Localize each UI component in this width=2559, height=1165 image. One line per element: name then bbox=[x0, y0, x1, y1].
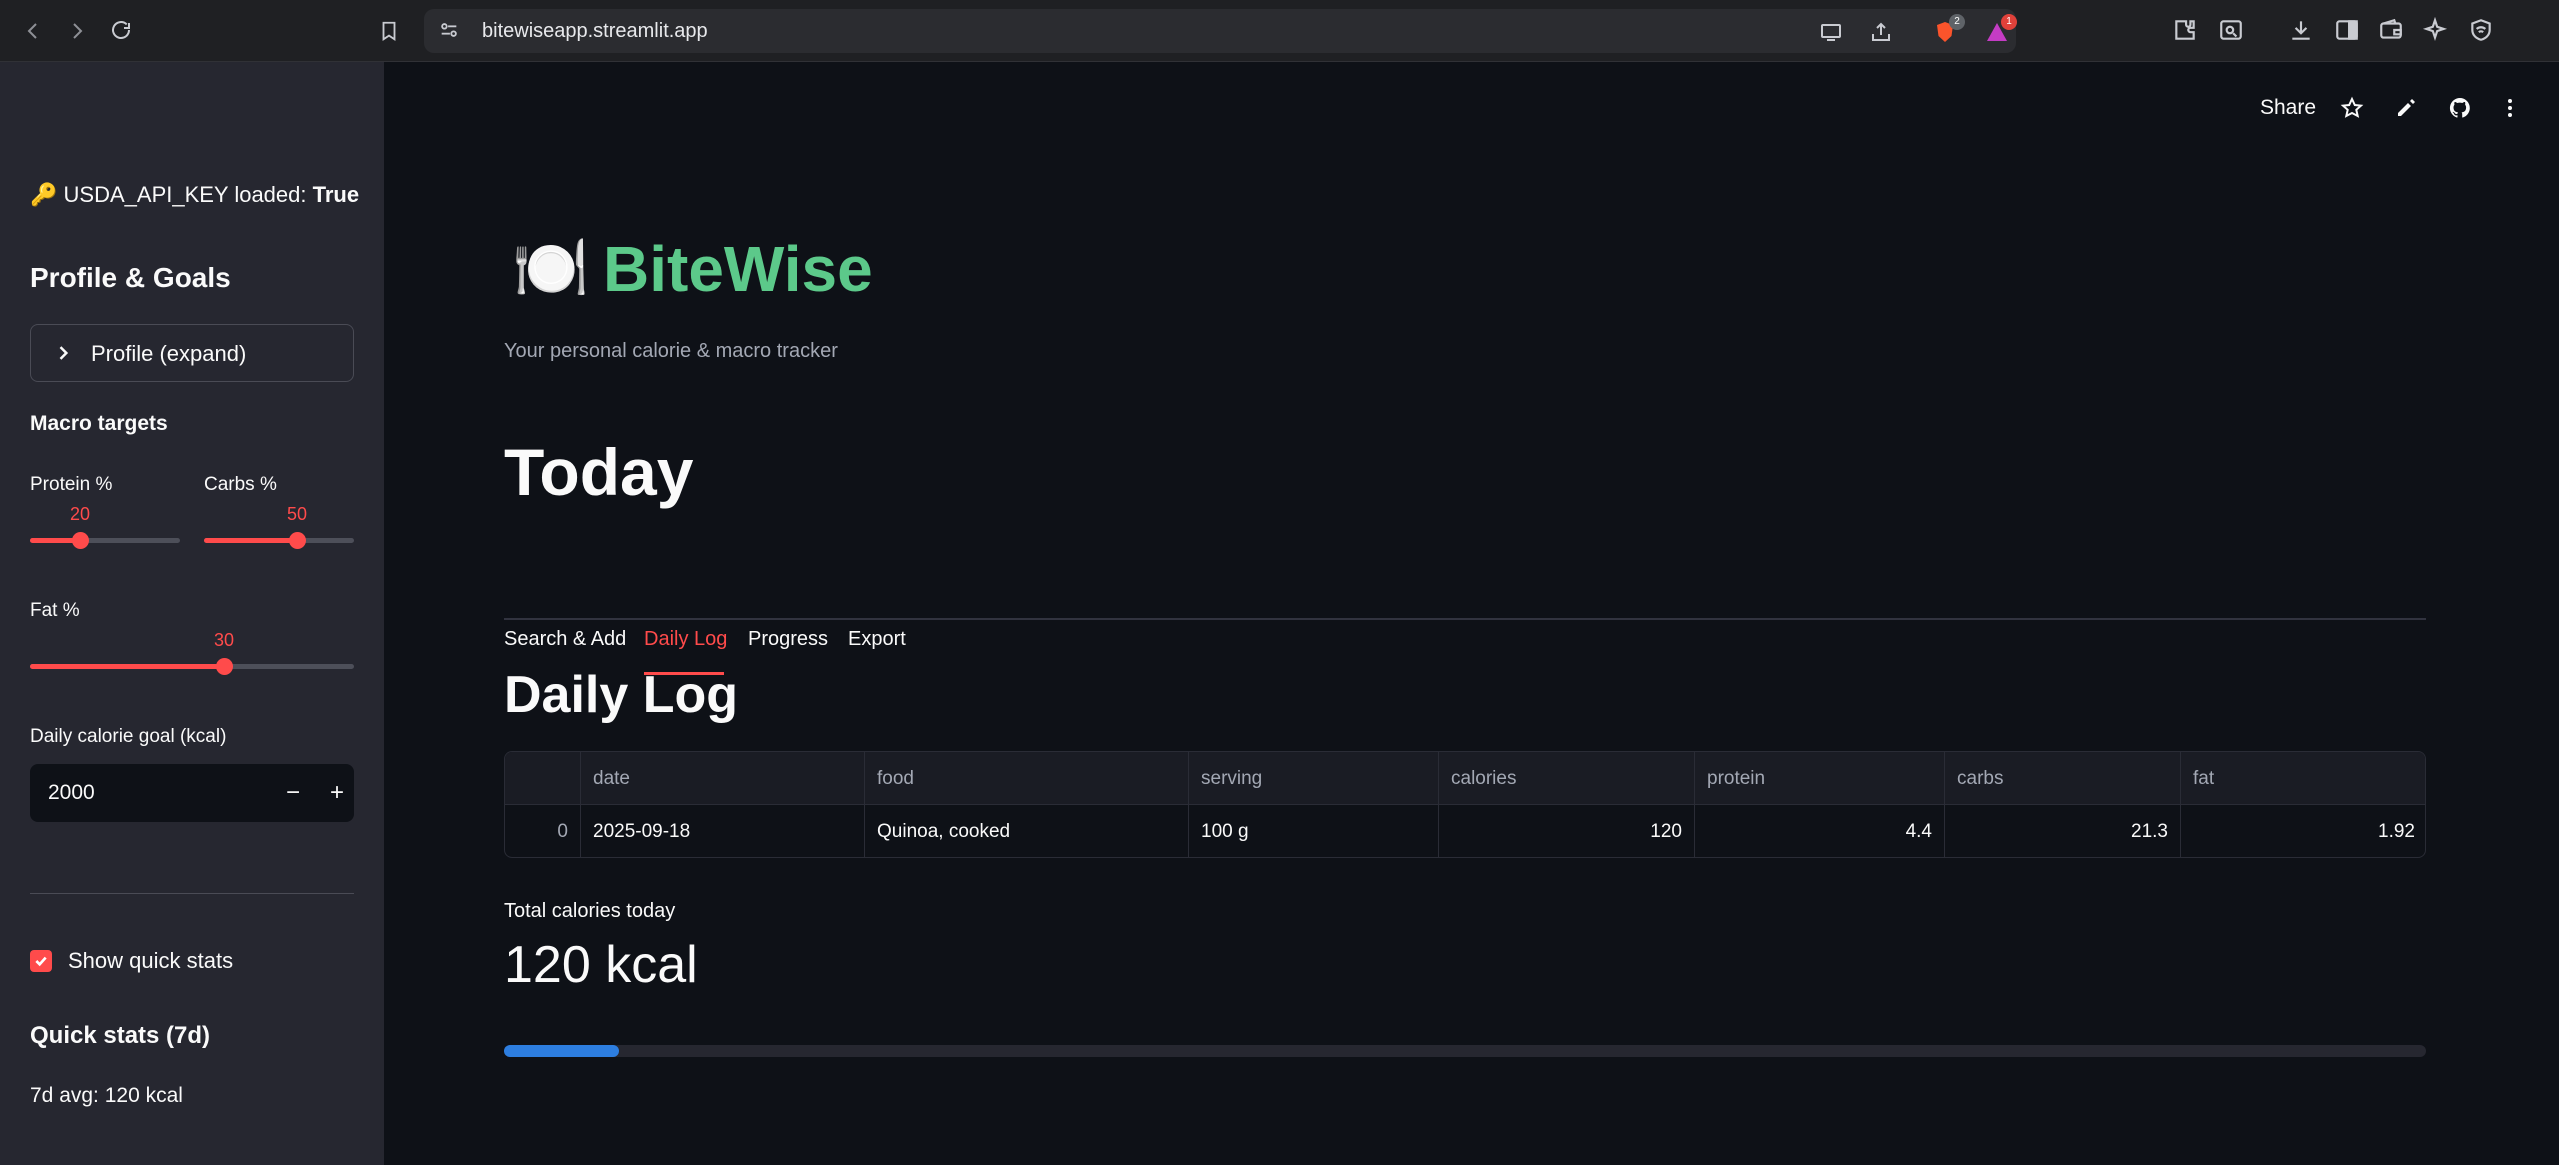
main-content: Share 🍽️ BiteWise Your personal calorie … bbox=[384, 62, 2559, 1165]
header-calories[interactable]: calories bbox=[1439, 752, 1695, 805]
reload-icon[interactable] bbox=[104, 14, 138, 48]
url-text[interactable]: bitewiseapp.streamlit.app bbox=[482, 20, 708, 43]
browser-toolbar: bitewiseapp.streamlit.app 2 1 bbox=[0, 0, 2559, 62]
carbs-slider[interactable] bbox=[204, 532, 354, 549]
header-date[interactable]: date bbox=[581, 752, 865, 805]
download-icon[interactable] bbox=[2286, 15, 2316, 45]
protein-label: Protein % bbox=[30, 474, 113, 495]
fat-slider-fill bbox=[30, 664, 224, 669]
page-title: Today bbox=[504, 435, 694, 509]
increment-button[interactable]: + bbox=[320, 776, 354, 810]
api-key-value: True bbox=[312, 182, 360, 207]
carbs-value: 50 bbox=[286, 504, 308, 524]
sidebar-toggle-icon[interactable] bbox=[2332, 15, 2362, 45]
back-icon[interactable] bbox=[16, 14, 50, 48]
quick-stats-avg: 7d avg: 120 kcal bbox=[30, 1084, 183, 1107]
table-header: date food serving calories protein carbs… bbox=[505, 752, 2425, 805]
forward-icon[interactable] bbox=[60, 14, 94, 48]
row-index: 0 bbox=[505, 805, 581, 857]
metric-value: 120 kcal bbox=[504, 936, 698, 994]
brave-shields-icon[interactable]: 2 bbox=[1932, 14, 1965, 45]
api-key-status: 🔑 USDA_API_KEY loaded: True bbox=[30, 182, 359, 208]
cell-fat[interactable]: 1.92 bbox=[2181, 805, 2425, 857]
api-key-label: USDA_API_KEY loaded: bbox=[63, 182, 313, 207]
profile-expander-label: Profile (expand) bbox=[91, 341, 247, 366]
table-row[interactable]: 0 2025-09-18 Quinoa, cooked 100 g 120 4.… bbox=[505, 805, 2425, 857]
share-button[interactable]: Share bbox=[2260, 96, 2316, 120]
header-index bbox=[505, 752, 581, 805]
more-menu-icon[interactable] bbox=[2496, 94, 2524, 122]
fat-slider[interactable] bbox=[30, 658, 354, 675]
vpn-icon[interactable] bbox=[2466, 15, 2496, 45]
calorie-goal-value[interactable]: 2000 bbox=[48, 781, 95, 805]
brave-rewards-icon[interactable]: 1 bbox=[1984, 14, 2017, 45]
tab-bar: Search & Add Daily Log Progress Export bbox=[504, 556, 2426, 675]
macro-heading: Macro targets bbox=[30, 412, 168, 435]
extensions-icon[interactable] bbox=[2170, 15, 2200, 45]
alert-badge: 1 bbox=[2001, 14, 2017, 30]
tab-progress[interactable]: Progress bbox=[748, 628, 828, 651]
share-page-icon[interactable] bbox=[1868, 19, 1894, 45]
protein-value: 20 bbox=[69, 504, 91, 524]
decrement-button[interactable]: − bbox=[276, 776, 310, 810]
cell-calories[interactable]: 120 bbox=[1439, 805, 1695, 857]
header-serving[interactable]: serving bbox=[1189, 752, 1439, 805]
profile-heading: Profile & Goals bbox=[30, 262, 231, 293]
checkmark-icon bbox=[35, 956, 47, 967]
cell-date[interactable]: 2025-09-18 bbox=[581, 805, 865, 857]
chevron-right-icon bbox=[59, 346, 69, 360]
protein-slider[interactable] bbox=[30, 532, 180, 549]
quick-stats-checkbox[interactable] bbox=[30, 950, 52, 972]
protein-slider-thumb[interactable] bbox=[72, 532, 89, 549]
cell-carbs[interactable]: 21.3 bbox=[1945, 805, 2181, 857]
calorie-progress-fill bbox=[504, 1045, 620, 1057]
fat-value: 30 bbox=[213, 630, 235, 650]
app-title: BiteWise bbox=[603, 233, 873, 305]
quick-stats-checkbox-label[interactable]: Show quick stats bbox=[68, 948, 233, 974]
calorie-goal-input[interactable]: 2000 − + bbox=[30, 764, 354, 822]
wallet-icon[interactable] bbox=[2376, 15, 2406, 45]
key-icon: 🔑 bbox=[30, 182, 58, 207]
quick-stats-heading: Quick stats (7d) bbox=[30, 1022, 211, 1049]
tab-export[interactable]: Export bbox=[848, 628, 906, 651]
leo-ai-icon[interactable] bbox=[2420, 15, 2450, 45]
profile-expander[interactable]: Profile (expand) bbox=[30, 324, 354, 382]
site-settings-icon[interactable] bbox=[438, 19, 462, 43]
edit-icon[interactable] bbox=[2392, 94, 2420, 122]
cell-food[interactable]: Quinoa, cooked bbox=[865, 805, 1189, 857]
app-subtitle: Your personal calorie & macro tracker bbox=[504, 340, 838, 362]
carbs-label: Carbs % bbox=[204, 474, 277, 495]
address-bar[interactable]: bitewiseapp.streamlit.app 2 1 bbox=[424, 9, 2017, 53]
fat-slider-thumb[interactable] bbox=[216, 658, 233, 675]
screenshot-search-icon[interactable] bbox=[2216, 15, 2246, 45]
section-title: Daily Log bbox=[504, 666, 739, 724]
sidebar: 🔑 USDA_API_KEY loaded: True Profile & Go… bbox=[0, 62, 384, 1165]
calorie-progress-bar bbox=[504, 1045, 2426, 1057]
header-protein[interactable]: protein bbox=[1695, 752, 1945, 805]
plate-icon: 🍽️ bbox=[512, 234, 590, 303]
sidebar-divider bbox=[30, 893, 354, 894]
header-fat[interactable]: fat bbox=[2181, 752, 2425, 805]
carbs-slider-fill bbox=[204, 538, 297, 543]
cell-protein[interactable]: 4.4 bbox=[1695, 805, 1945, 857]
cell-serving[interactable]: 100 g bbox=[1189, 805, 1439, 857]
header-food[interactable]: food bbox=[865, 752, 1189, 805]
fat-label: Fat % bbox=[30, 600, 80, 621]
cast-icon[interactable] bbox=[1818, 19, 1844, 45]
bookmark-icon[interactable] bbox=[372, 14, 406, 48]
github-icon[interactable] bbox=[2446, 94, 2474, 122]
metric-label: Total calories today bbox=[504, 900, 676, 922]
tab-daily-log[interactable]: Daily Log bbox=[644, 628, 727, 651]
daily-log-table[interactable]: date food serving calories protein carbs… bbox=[504, 751, 2426, 858]
tab-search-add[interactable]: Search & Add bbox=[504, 628, 626, 651]
calorie-goal-label: Daily calorie goal (kcal) bbox=[30, 726, 227, 747]
header-carbs[interactable]: carbs bbox=[1945, 752, 2181, 805]
brave-badge: 2 bbox=[1949, 14, 1965, 30]
star-icon[interactable] bbox=[2338, 94, 2366, 122]
carbs-slider-thumb[interactable] bbox=[289, 532, 306, 549]
